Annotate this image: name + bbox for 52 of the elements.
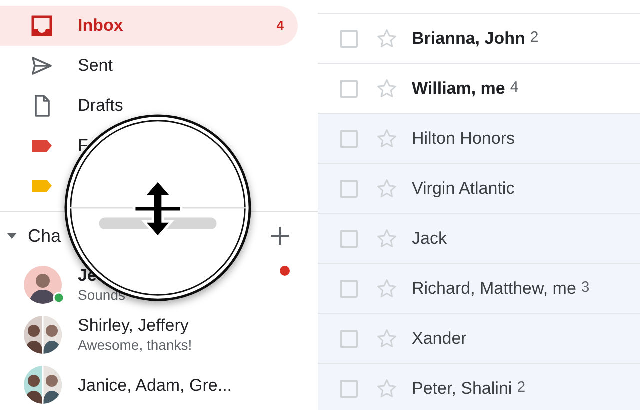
sidebar-item[interactable]: Drafts bbox=[0, 86, 124, 126]
star-icon[interactable] bbox=[376, 278, 398, 300]
mail-row[interactable]: Hilton Honors bbox=[318, 113, 640, 163]
checkbox[interactable] bbox=[340, 230, 358, 248]
mail-sender: Brianna, John bbox=[412, 28, 526, 50]
chat-name: Janice, Adam, Gre... bbox=[78, 374, 232, 396]
mail-sender: Hilton Honors bbox=[412, 128, 515, 150]
mail-row[interactable]: Richard, Matthew, me 3 bbox=[318, 263, 640, 313]
mail-row[interactable]: Peter, Shalini 2 bbox=[318, 363, 640, 410]
mail-sender: Peter, Shalini bbox=[412, 378, 512, 400]
star-icon[interactable] bbox=[376, 228, 398, 250]
chat-snippet: Sounds bbox=[78, 286, 126, 305]
mail-row[interactable]: Jack bbox=[318, 213, 640, 263]
sidebar-item[interactable]: Inbox 4 bbox=[0, 6, 298, 46]
send-icon bbox=[30, 54, 54, 78]
mail-sender: Richard, Matthew, me bbox=[412, 278, 576, 300]
chat-item[interactable]: Janice, Adam, Gre... bbox=[0, 360, 318, 410]
add-icon[interactable] bbox=[268, 224, 292, 248]
chat-item[interactable]: Shirley, Jeffery Awesome, thanks! bbox=[0, 310, 318, 360]
chat-title: Cha bbox=[28, 224, 62, 248]
avatar bbox=[24, 266, 62, 304]
star-icon[interactable] bbox=[376, 178, 398, 200]
mail-sender: Xander bbox=[412, 328, 467, 350]
star-icon[interactable] bbox=[376, 78, 398, 100]
mail-row[interactable]: Virgin Atlantic bbox=[318, 163, 640, 213]
checkbox[interactable] bbox=[340, 380, 358, 398]
checkbox[interactable] bbox=[340, 330, 358, 348]
mail-sender: Jack bbox=[412, 228, 447, 250]
thread-count: 3 bbox=[581, 278, 590, 298]
checkbox[interactable] bbox=[340, 80, 358, 98]
star-icon[interactable] bbox=[376, 128, 398, 150]
unread-count: 4 bbox=[276, 17, 284, 36]
star-icon[interactable] bbox=[376, 28, 398, 50]
thread-count: 2 bbox=[530, 28, 539, 48]
chat-snippet: Awesome, thanks! bbox=[78, 336, 192, 355]
chat-name: Shirley, Jeffery bbox=[78, 315, 190, 336]
sidebar-item[interactable]: F bbox=[0, 126, 88, 166]
mail-sender: Virgin Atlantic bbox=[412, 178, 515, 200]
mail-sender: William, me bbox=[412, 78, 506, 100]
checkbox[interactable] bbox=[340, 30, 358, 48]
sidebar-item[interactable]: Sent bbox=[0, 46, 113, 86]
star-icon[interactable] bbox=[376, 378, 398, 400]
avatar bbox=[24, 316, 62, 354]
thread-count: 4 bbox=[510, 78, 519, 98]
inbox-icon bbox=[30, 14, 54, 38]
checkbox[interactable] bbox=[340, 130, 358, 148]
checkbox[interactable] bbox=[340, 280, 358, 298]
avatar bbox=[24, 366, 62, 404]
star-icon[interactable] bbox=[376, 328, 398, 350]
mail-row[interactable]: Xander bbox=[318, 313, 640, 363]
thread-count: 2 bbox=[517, 378, 526, 398]
checkbox[interactable] bbox=[340, 180, 358, 198]
